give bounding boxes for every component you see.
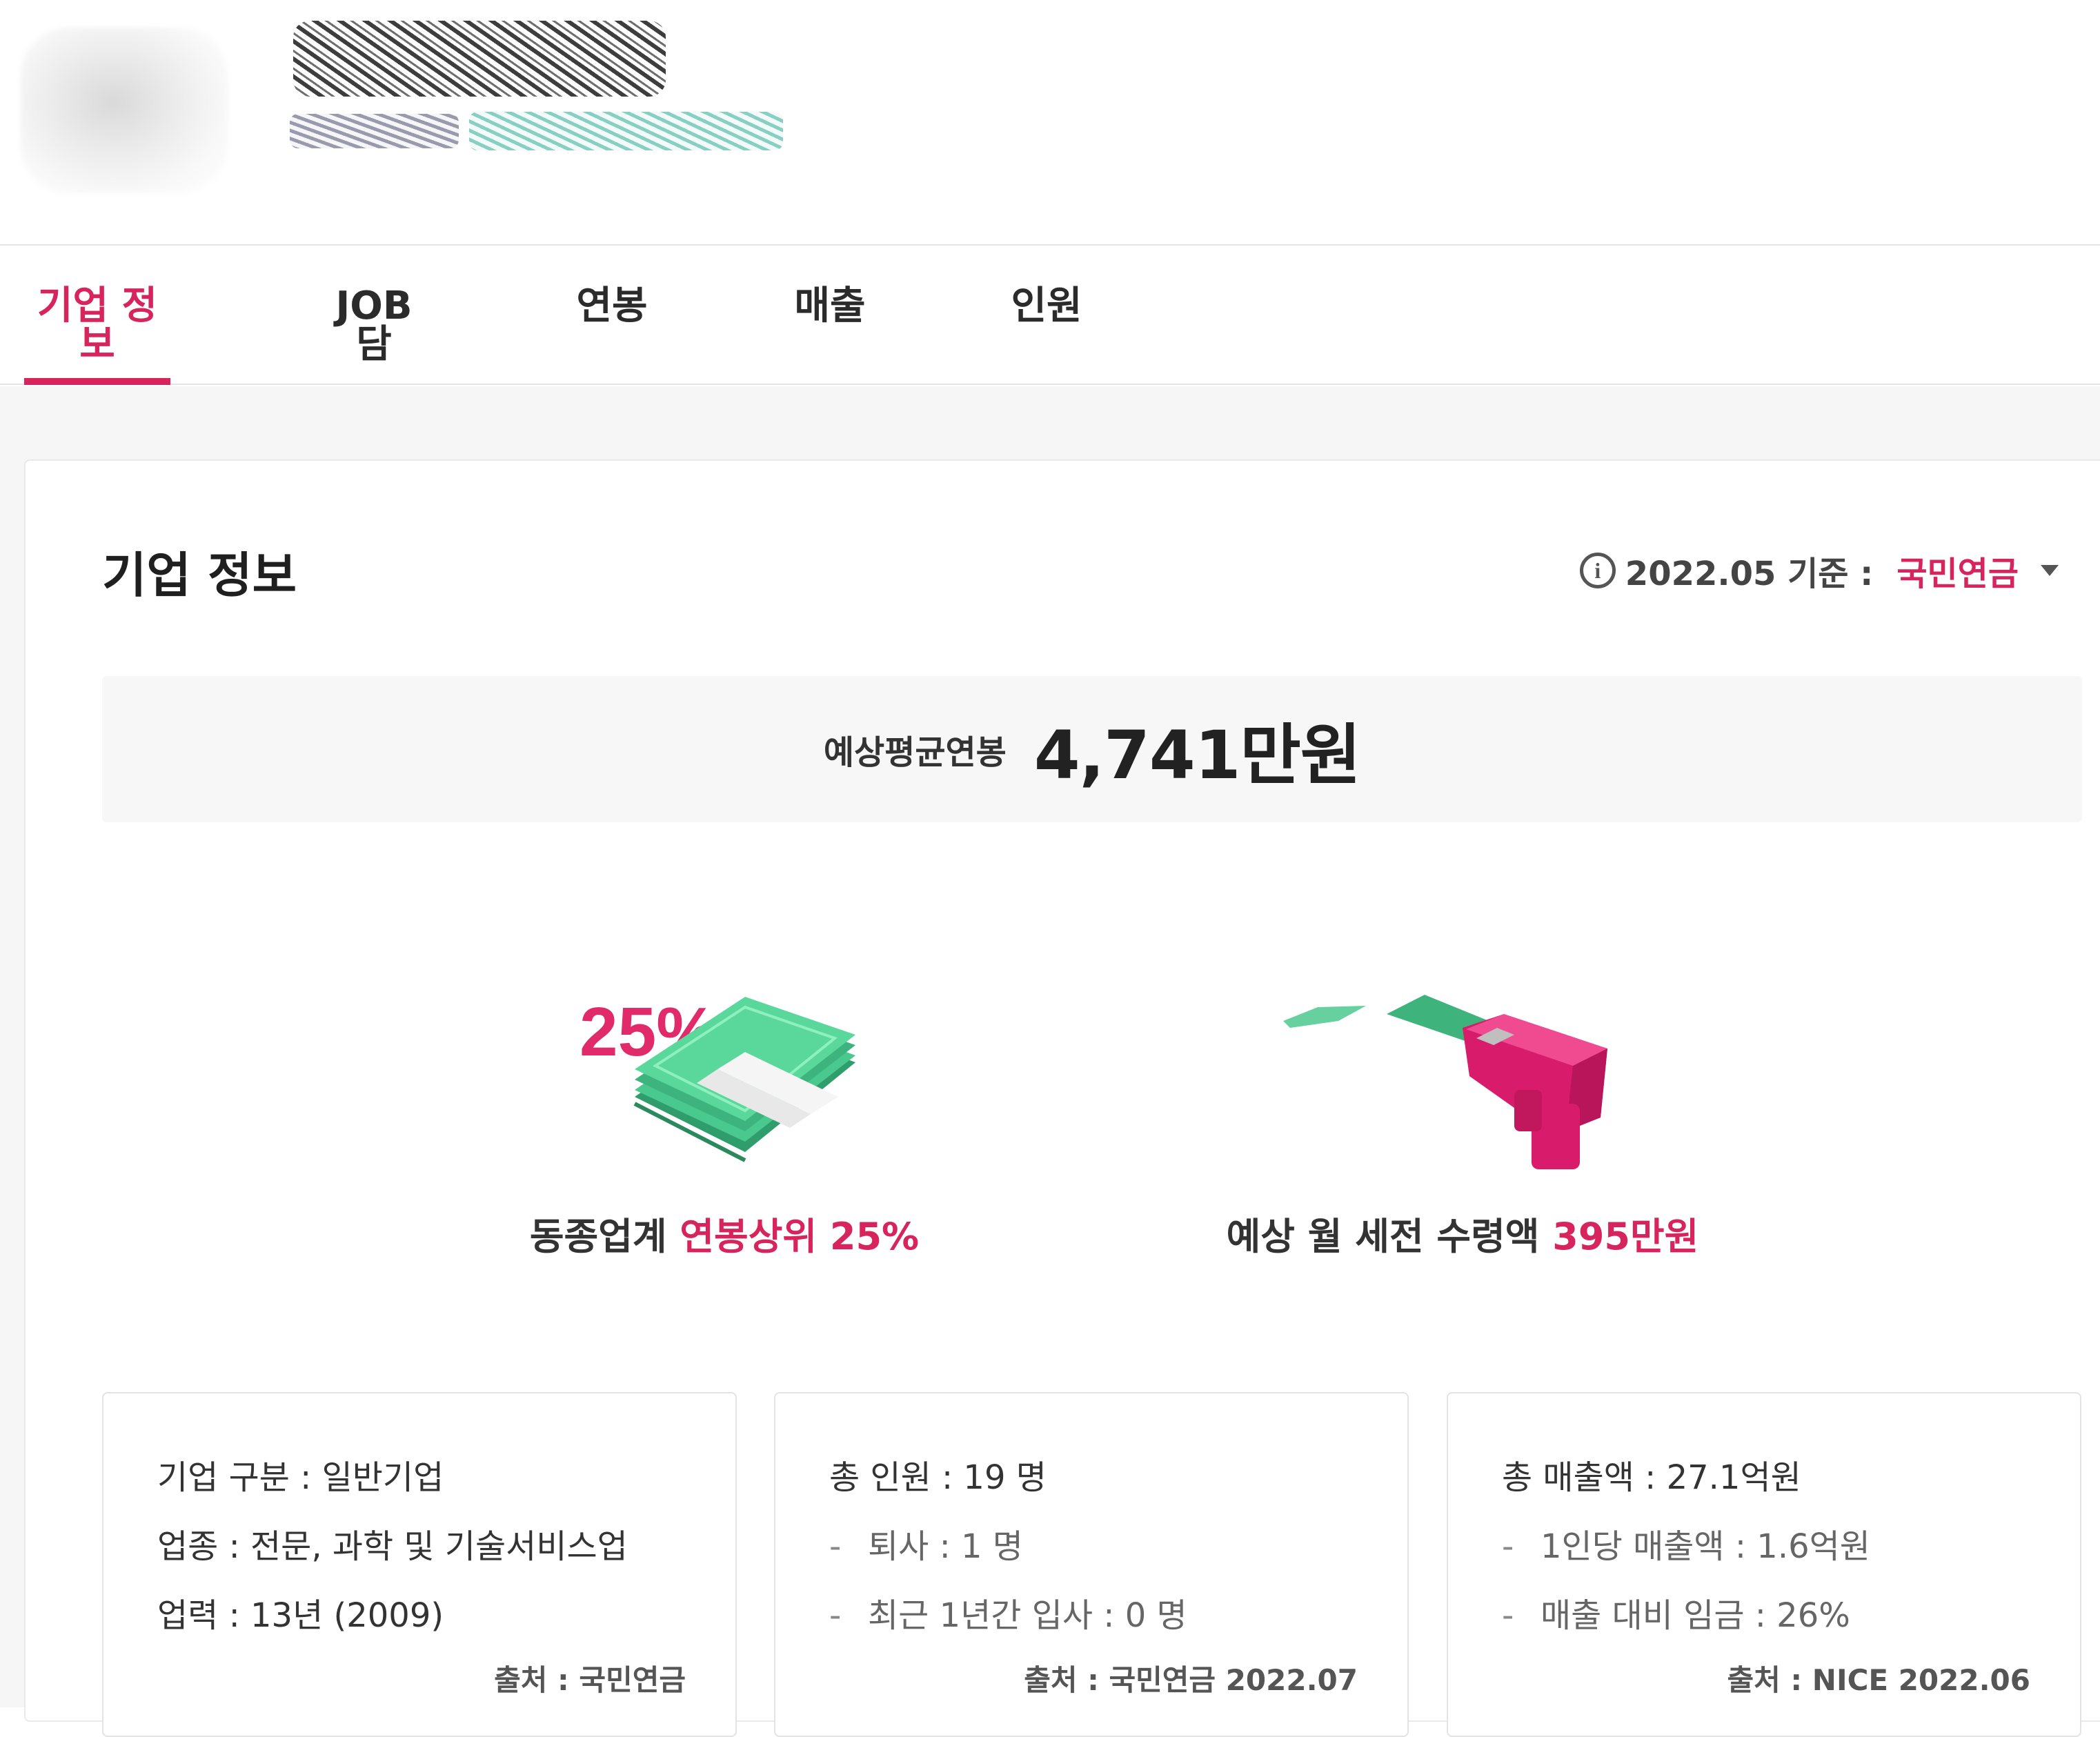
wage-ratio-text: 매출 대비 임금 : 26%	[1541, 1596, 1850, 1635]
industry-rank-highlight: 연봉상위 25%	[680, 1215, 920, 1258]
company-type-line: 기업 구분 : 일반기업	[157, 1458, 444, 1497]
bullet-dash: -	[1502, 1596, 1514, 1635]
tab-headcount[interactable]: 인원	[1009, 287, 1084, 385]
recent-hires-line: - 최근 1년간 입사 : 0 명	[829, 1588, 1187, 1636]
wage-ratio-line: - 매출 대비 임금 : 26%	[1502, 1588, 1850, 1636]
source-label: 출처 : NICE 2022.06	[1727, 1663, 2030, 1697]
tab-bar: 기업 정보 JOB담 연봉 매출 인원	[0, 247, 2100, 385]
company-meta-blurred	[290, 114, 459, 148]
tab-label: 인원	[1011, 284, 1082, 328]
monthly-pay-text: 예상 월 세전 수령액	[1226, 1215, 1540, 1258]
monthly-pay-highlight: 395만원	[1552, 1215, 1699, 1258]
headcount-card: 총 인원 : 19 명 - 퇴사 : 1 명 - 최근 1년간 입사 : 0 명 출…	[774, 1392, 1409, 1737]
average-salary-value: 4,741만원	[1033, 716, 1361, 794]
source-label: 출처 : 국민연금	[494, 1663, 686, 1697]
tab-salary[interactable]: 연봉	[574, 287, 650, 385]
tab-label: 연봉	[576, 284, 648, 328]
monthly-pay-caption: 예상 월 세전 수령액 395만원	[1118, 1206, 1807, 1260]
company-name-blurred	[293, 21, 666, 97]
industry-line: 업종 : 전문, 과학 및 기술서비스업	[157, 1527, 628, 1566]
industry-rank-text: 동종업계	[529, 1215, 667, 1258]
revenue-per-person-line: -1인당 매출액 : 1.6억원	[1502, 1519, 1870, 1567]
bullet-dash: -	[829, 1596, 842, 1635]
tab-revenue[interactable]: 매출	[792, 287, 868, 385]
total-headcount-line: 총 인원 : 19 명	[829, 1458, 1047, 1497]
bullet-dash: -	[829, 1527, 842, 1566]
basis-date-label: 2022.05 기준 :	[1625, 555, 1874, 593]
resigned-text: 퇴사 : 1 명	[868, 1527, 1023, 1566]
company-logo-blurred	[21, 28, 228, 193]
tab-job-talk[interactable]: JOB담	[319, 287, 429, 385]
company-header	[0, 0, 2100, 246]
average-salary-label: 예상평균연봉	[823, 733, 1007, 772]
recent-hires-text: 최근 1년간 입사 : 0 명	[868, 1596, 1187, 1635]
money-gun-icon	[1283, 995, 1607, 1169]
section-title: 기업 정보	[102, 547, 297, 604]
bullet-dash: -	[1502, 1527, 1514, 1566]
chevron-down-icon[interactable]	[2041, 565, 2059, 576]
average-salary-box: 예상평균연봉 4,741만원	[102, 676, 2082, 822]
active-tab-indicator	[24, 378, 170, 385]
company-age-line: 업력 : 13년 (2009)	[157, 1596, 444, 1635]
company-link-blurred	[469, 112, 783, 150]
basis-selector[interactable]: i 2022.05 기준 : 국민연금	[1579, 546, 2059, 595]
source-label: 출처 : 국민연금 2022.07	[1024, 1663, 1358, 1697]
tab-company-info[interactable]: 기업 정보	[24, 287, 170, 385]
tab-label: 매출	[794, 284, 866, 328]
company-type-card: 기업 구분 : 일반기업 업종 : 전문, 과학 및 기술서비스업 업력 : 1…	[102, 1392, 737, 1737]
tab-label: 기업 정보	[37, 284, 158, 367]
tab-label: JOB담	[335, 284, 413, 367]
money-stack-icon: 25%	[580, 993, 855, 1162]
revenue-per-person-text: 1인당 매출액 : 1.6억원	[1541, 1527, 1870, 1566]
industry-rank-caption: 동종업계 연봉상위 25%	[414, 1206, 1035, 1260]
basis-source-select[interactable]: 국민연금	[1896, 546, 2019, 595]
total-revenue-line: 총 매출액 : 27.1억원	[1502, 1458, 1801, 1497]
revenue-card: 총 매출액 : 27.1억원 -1인당 매출액 : 1.6억원 - 매출 대비 임…	[1447, 1392, 2081, 1737]
info-icon[interactable]: i	[1579, 553, 1616, 588]
resigned-line: - 퇴사 : 1 명	[829, 1519, 1023, 1567]
